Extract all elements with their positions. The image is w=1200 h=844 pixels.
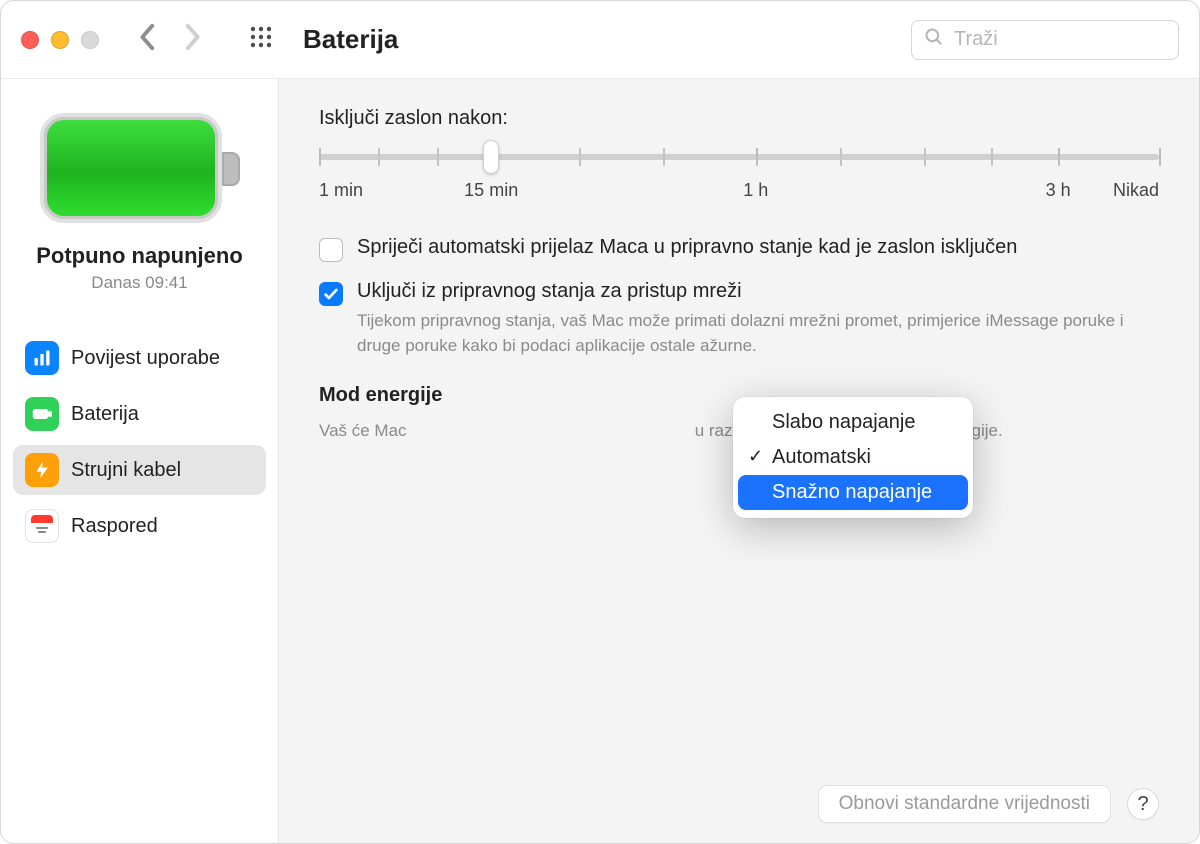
display-off-label: Isključi zaslon nakon: (319, 107, 1159, 130)
sidebar-item-battery[interactable]: Baterija (13, 389, 266, 439)
slider-thumb[interactable] (483, 140, 499, 174)
content-body: Potpuno napunjeno Danas 09:41 Povijest u… (1, 79, 1199, 843)
energy-mode-option-auto[interactable]: Automatski (738, 440, 968, 475)
toolbar: Baterija (1, 1, 1199, 79)
slider-track (319, 154, 1159, 160)
slider-tick-label: 15 min (464, 180, 518, 201)
display-off-slider[interactable]: 1 min 15 min 1 h 3 h Nikad (319, 144, 1159, 216)
prevent-sleep-label: Spriječi automatski prijelaz Maca u prip… (357, 236, 1017, 259)
sidebar: Potpuno napunjeno Danas 09:41 Povijest u… (1, 79, 279, 843)
sidebar-item-label: Raspored (71, 515, 158, 538)
sidebar-item-schedule[interactable]: Raspored (13, 501, 266, 551)
bolt-icon (25, 453, 59, 487)
footer: Obnovi standardne vrijednosti ? (319, 769, 1159, 823)
energy-mode-dropdown[interactable]: Slabo napajanje Automatski Snažno napaja… (733, 397, 973, 518)
sidebar-item-label: Povijest uporabe (71, 347, 220, 370)
preferences-window: Baterija Potpuno napunjeno Danas 09:41 (0, 0, 1200, 844)
slider-tick-label: 1 h (743, 180, 768, 201)
calendar-icon (25, 509, 59, 543)
close-window-button[interactable] (21, 31, 39, 49)
slider-tick-label: 3 h (1046, 180, 1071, 201)
search-input[interactable] (954, 28, 1200, 51)
wake-for-network-checkbox[interactable] (319, 282, 343, 306)
forward-button[interactable] (183, 23, 201, 56)
back-button[interactable] (139, 23, 157, 56)
slider-tick-label: 1 min (319, 180, 363, 201)
battery-small-icon (25, 397, 59, 431)
wake-for-network-row: Uključi iz pripravnog stanja za pristup … (319, 280, 1159, 358)
help-button[interactable]: ? (1127, 788, 1159, 820)
prevent-sleep-row: Spriječi automatski prijelaz Maca u prip… (319, 236, 1159, 262)
prevent-sleep-checkbox[interactable] (319, 238, 343, 262)
window-controls (21, 31, 99, 49)
energy-mode-option-high[interactable]: Snažno napajanje (738, 475, 968, 510)
page-title: Baterija (303, 24, 398, 55)
show-all-icon[interactable] (249, 25, 273, 54)
wake-for-network-label: Uključi iz pripravnog stanja za pristup … (357, 280, 1159, 303)
battery-status-subtitle: Danas 09:41 (91, 273, 187, 293)
battery-icon (40, 113, 240, 223)
battery-status-title: Potpuno napunjeno (36, 243, 243, 269)
sidebar-list: Povijest uporabe Baterija Strujni kabel (1, 333, 278, 551)
sidebar-item-label: Baterija (71, 403, 139, 426)
sidebar-item-label: Strujni kabel (71, 459, 181, 482)
search-icon (924, 27, 944, 52)
fullscreen-window-button[interactable] (81, 31, 99, 49)
sidebar-item-usage-history[interactable]: Povijest uporabe (13, 333, 266, 383)
sidebar-item-power-adapter[interactable]: Strujni kabel (13, 445, 266, 495)
wake-for-network-help: Tijekom pripravnog stanja, vaš Mac može … (357, 309, 1159, 358)
minimize-window-button[interactable] (51, 31, 69, 49)
main-panel: Isključi zaslon nakon: 1 min 15 min (279, 79, 1199, 843)
restore-defaults-button[interactable]: Obnovi standardne vrijednosti (818, 785, 1111, 823)
energy-mode-label: Mod energije (319, 384, 442, 407)
search-field[interactable] (911, 20, 1179, 60)
checkmark-icon (323, 286, 339, 302)
bars-icon (25, 341, 59, 375)
nav-buttons (139, 23, 201, 56)
slider-tick-label: Nikad (1113, 180, 1159, 201)
energy-mode-option-low[interactable]: Slabo napajanje (738, 405, 968, 440)
